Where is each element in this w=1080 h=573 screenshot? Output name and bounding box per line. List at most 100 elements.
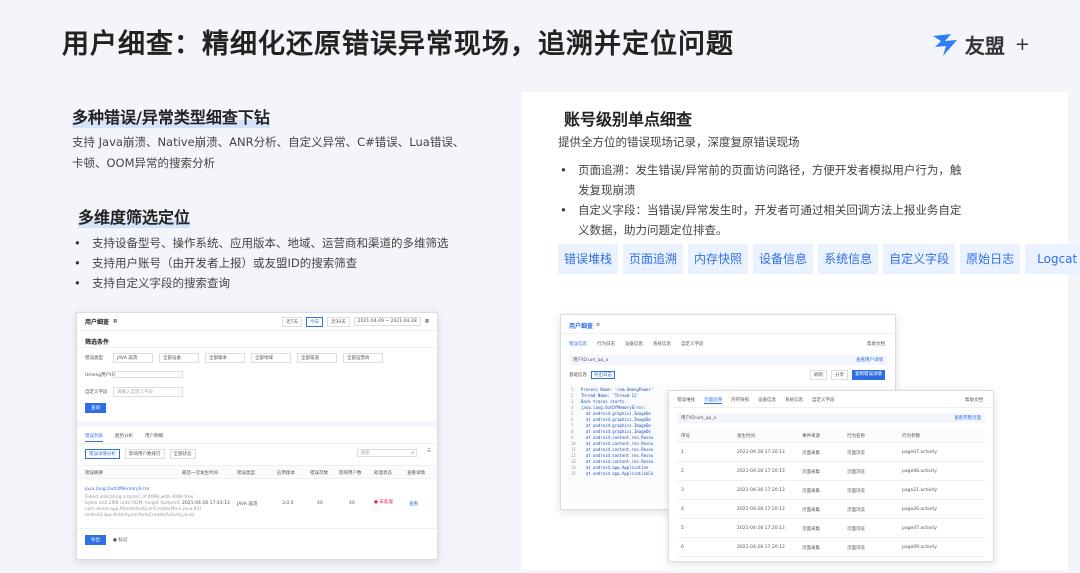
mock-title: 用户细查 [569,323,594,330]
table-cell: 5 [681,526,684,531]
tab-error-stack[interactable]: 错误堆栈 [677,397,695,404]
calendar-icon: ▦ [424,319,429,324]
umeng-id-input[interactable] [113,371,183,378]
tab-custom-field[interactable]: 自定义字段 [681,341,704,347]
filter-label-umeng-id: Umeng用户ID [85,372,115,378]
section-title-filters: 多维度筛选定位 [78,204,191,228]
tag-page-trace: 页面追溯 [623,244,684,274]
bullet-item: 支持用户账号（由开发者上报）或友盟ID的搜索筛查 [72,253,502,273]
bullet-item: 自定义字段：当错误/异常发生时，开发者可通过相关回调方法上报业务自定义数据，助力… [558,200,998,240]
range-30d-button[interactable]: 近30天 [327,316,350,327]
table-cell: 2021-04-28 17:20:13 [737,526,785,531]
table-row[interactable]: 4 2021-04-28 17:20:13 页面采集 页面浏览 page26.activ… [677,500,985,519]
tab-device-info[interactable]: 设备信息 [625,341,643,347]
table-row[interactable]: 1 2021-04-28 17:20:13 页面采集 页面浏览 page07.activ… [677,443,985,462]
tab-behavior-log[interactable]: 行为日志 [597,341,615,347]
table-cell: page08.activity [902,469,937,474]
tab-error-info[interactable]: 错误信息 [569,341,587,347]
table-cell: 2021-04-28 17:20:13 [737,545,785,550]
filter-bullets: 支持设备型号、操作系统、应用版本、地域、运营商和渠道的多维筛选 支持用户账号（由… [72,233,502,293]
range-today-button[interactable]: 今日 [306,316,324,327]
tab-device-info[interactable]: 设备信息 [758,397,776,404]
date-range-picker[interactable]: 2021-04-09 ~ 2021-04-28 [353,317,421,326]
mock-search-input[interactable]: 搜索 ⌕ [357,449,417,457]
tab-page-trace[interactable]: 页面追溯 [704,397,722,404]
mark-label[interactable]: ● 标记 [113,537,127,543]
filter-select[interactable]: 全部运营商 [343,353,383,363]
view-link[interactable]: 查看 [409,501,418,507]
bullet-item: 支持设备型号、操作系统、应用版本、地域、运营商和渠道的多维筛选 [72,233,502,253]
table-cell: 1 [681,450,684,455]
status-badge: ● 未处理 [374,500,393,505]
table-row[interactable]: 5 2021-04-28 17:20:13 页面采集 页面浏览 page47.activ… [677,519,985,538]
filter-select[interactable]: JAVA 崩溃 [113,353,153,363]
user-id-label: 用户ID:um_qa_x [573,358,609,363]
columns-icon[interactable]: ☰ [427,449,431,454]
custom-field-input[interactable]: 请输入自定义字段 [113,387,183,397]
section-desc-account: 提供全方位的错误现场记录，深度复原错误现场 [558,135,800,149]
query-button[interactable]: 查询 [85,403,106,413]
gear-icon: ⚙ [596,323,601,328]
bullet-item: 页面追溯：发生错误/异常前的页面访问路径，方便开发者模拟用户行为，触发复现崩溃 [558,160,998,200]
table-cell: 6 [681,545,684,550]
code-line: at android.app.ApplicationCo [581,471,654,476]
fold-label: 基础信息 [569,373,587,378]
table-cell: 页面采集 [802,489,820,494]
share-button[interactable]: 分享 [831,370,848,380]
filter-label-error-type: 错误类型 [85,356,103,361]
export-log-button[interactable]: 导出日志 [591,371,615,379]
tab-system-info[interactable]: 系统信息 [785,397,803,404]
table-row[interactable]: 2 2021-04-28 17:20:13 页面采集 页面浏览 page08.activ… [677,462,985,481]
table-header: 错误摘要 最后一次发生时间 错误类型 应用版本 错误次数 影响用户数 处理状态 … [77,465,437,479]
table-cell: page47.activity [902,526,937,531]
tag-raw-log: 原始日志 [960,244,1021,274]
table-cell: 页面浏览 [847,451,865,456]
tab-user-detail[interactable]: 用户明细 [145,433,163,442]
tab-custom-field[interactable]: 自定义字段 [812,397,835,404]
filter-label-custom: 自定义字段 [85,390,108,395]
full-page-link[interactable]: 查看完整页面 [954,415,981,421]
tab-error-list[interactable]: 错误列表 [85,433,103,442]
table-cell: 页面采集 [802,527,820,532]
refresh-button[interactable]: 刷新 [810,370,827,380]
tag-memory-snapshot: 内存快照 [688,244,749,274]
range-7d-button[interactable]: 近7天 [282,316,303,327]
table-cell: page07.activity [902,450,937,455]
help-link[interactable]: 帮助文档 [965,397,983,403]
section-title-error-types: 多种错误/异常类型细查下钻 [72,104,270,128]
table-cell: 3 [681,488,684,493]
table-header: 序号 发生时间 事件来源 行为名称 行为参数 [677,429,985,443]
table-row[interactable]: 6 2021-04-28 17:20:13 页面采集 页面浏览 page09.activ… [677,538,985,557]
status-select[interactable]: 全部状态 [169,449,196,459]
filter-select[interactable]: 全部地域 [251,353,291,363]
tag-system-info: 系统信息 [818,244,879,274]
copy-error-button[interactable]: 复制错误详情 [852,370,885,380]
filter-select[interactable]: 全部设备 [159,353,199,363]
user-query-screenshot: 用户细查 ▦ 近7天 今日 近30天 2021-04-09 ~ 2021-04-… [76,312,438,560]
table-cell: 页面采集 [802,546,820,551]
user-detail-screenshot-front: 错误堆栈 页面追溯 内存快照 设备信息 系统信息 自定义字段 帮助文档 用户ID… [668,390,994,562]
table-row[interactable]: java.lang.OutOfMemoryError Failed alloca… [77,481,437,529]
filter-select[interactable]: 全部渠道 [297,353,337,363]
filter-select[interactable]: 全部版本 [205,353,245,363]
table-cell: 页面浏览 [847,508,865,513]
help-link[interactable]: 帮助文档 [867,341,885,347]
tab-memory-snapshot[interactable]: 内存快照 [731,397,749,404]
sub-tab-error-detail[interactable]: 错误详情分析 [85,449,120,459]
export-button[interactable]: 导出 [85,535,106,545]
slide-title: 用户细查：精细化还原错误异常现场，追溯并定位问题 [62,29,734,60]
table-cell: 页面浏览 [847,546,865,551]
table-row[interactable]: 3 2021-04-28 17:20:13 页面采集 页面浏览 page21.activ… [677,481,985,500]
tab-system-info[interactable]: 系统信息 [653,341,671,347]
stack-trace-code: Process Name: 'com.UmengPower' Thread Nam… [581,387,653,477]
left-panel: 多种错误/异常类型细查下钻 支持 Java崩溃、Native崩溃、ANR分析、自… [60,92,510,562]
bullet-item: 支持自定义字段的搜索查询 [72,273,502,293]
trace-table-body: 1 2021-04-28 17:20:13 页面采集 页面浏览 page07.activ… [677,443,985,557]
sub-tab-user-rank[interactable]: 影响用户数排行 [125,449,165,459]
table-cell: 2 [681,469,684,474]
tab-trend[interactable]: 趋势分析 [115,433,133,442]
section-title-account: 账号级别单点细查 [564,106,693,130]
user-detail-link[interactable]: 查看用户详情 [856,357,883,363]
table-cell: 页面采集 [802,451,820,456]
logo-text: 友盟 [964,34,1005,58]
